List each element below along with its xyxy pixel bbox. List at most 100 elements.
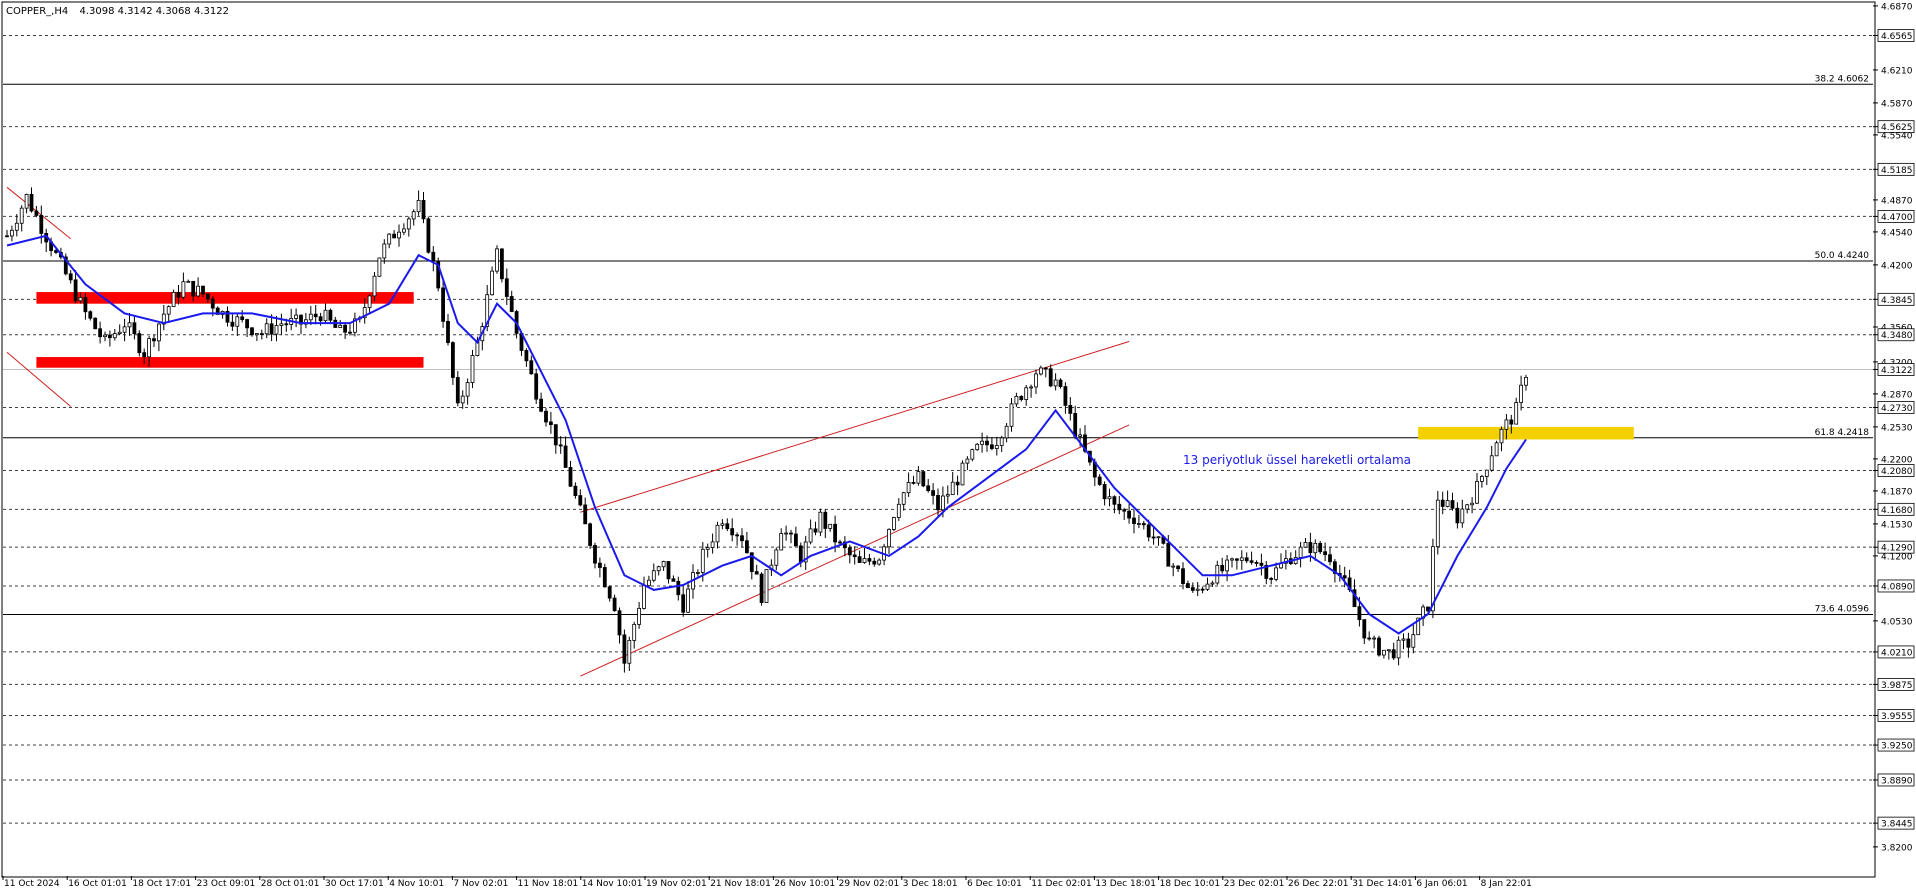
- candle-body: [490, 270, 495, 296]
- price-tick-label: 4.2530: [1881, 423, 1913, 433]
- time-tick-label: 28 Oct 01:01: [261, 879, 320, 888]
- candle-body: [88, 311, 93, 319]
- candle-body: [338, 324, 343, 328]
- zones: [36, 292, 1634, 440]
- candle-body: [441, 287, 446, 322]
- candle-body: [1362, 619, 1367, 639]
- candle-body: [279, 323, 284, 326]
- candle-body: [191, 280, 196, 297]
- candle-body: [39, 215, 44, 234]
- candle-body: [78, 297, 83, 302]
- candle-body: [1127, 510, 1131, 519]
- price-tick-label: 4.0530: [1881, 617, 1913, 627]
- candle-body: [73, 279, 78, 302]
- candle-body: [1166, 542, 1171, 567]
- candle-body: [1210, 582, 1215, 585]
- candle-body: [651, 570, 656, 581]
- candle-body: [1004, 425, 1009, 439]
- candle-body: [1024, 387, 1029, 400]
- candle-body: [392, 233, 397, 239]
- candle-body: [725, 523, 730, 530]
- candle-body: [1068, 404, 1073, 414]
- candle-body: [754, 571, 759, 575]
- candle-body: [411, 211, 416, 220]
- price-tick-label: 4.6870: [1881, 2, 1913, 12]
- candle-body: [1122, 509, 1127, 512]
- candle-body: [1318, 542, 1323, 553]
- candle-body: [588, 523, 592, 546]
- time-tick-label: 29 Nov 02:01: [839, 879, 900, 888]
- candle-body: [264, 323, 269, 335]
- price-tick-label: 4.3845: [1881, 296, 1913, 306]
- candle-body: [1058, 379, 1063, 387]
- candle-body: [147, 338, 152, 358]
- candle-body: [504, 278, 509, 297]
- price-tick-label: 3.8890: [1881, 776, 1913, 786]
- candle-body: [24, 194, 29, 209]
- chart-window[interactable]: 38.2 4.6062 50.0 4.4240 61.8 4.2418 73.6 4.…: [0, 0, 1916, 888]
- candle-body: [240, 316, 245, 320]
- candle-body: [696, 572, 700, 574]
- candle-body: [367, 295, 372, 308]
- candle-body: [401, 228, 406, 233]
- time-tick-label: 21 Nov 18:01: [710, 879, 771, 888]
- candle-body: [710, 541, 715, 548]
- candle-body: [813, 528, 818, 533]
- candle-body: [965, 458, 970, 464]
- candle-body: [450, 342, 455, 378]
- candle-body: [406, 218, 411, 230]
- price-tick-label: 4.2870: [1881, 390, 1913, 400]
- candle-body: [867, 558, 872, 562]
- price-tick-label: 3.8200: [1881, 843, 1913, 853]
- candle-body: [235, 316, 240, 327]
- price-chart[interactable]: 38.2 4.6062 50.0 4.4240 61.8 4.2418 73.6 4.…: [0, 0, 1916, 888]
- candle-body: [1509, 419, 1514, 425]
- candle-body: [666, 561, 671, 580]
- candle-body: [201, 285, 205, 295]
- candle-body: [720, 523, 725, 526]
- candle-body: [955, 481, 960, 486]
- candle-body: [5, 235, 9, 238]
- price-tick-label: 4.5185: [1881, 166, 1913, 176]
- time-tick-label: 11 Oct 2024: [4, 879, 60, 888]
- ema-annotation-label: 13 periyotluk üssel hareketli ortalama: [1183, 453, 1411, 467]
- candle-body: [764, 569, 769, 603]
- candle-body: [1342, 575, 1347, 579]
- candle-body: [1132, 517, 1136, 525]
- candle-body: [1146, 524, 1151, 538]
- candle-body: [1484, 469, 1489, 477]
- candle-body: [14, 222, 19, 231]
- candle-body: [1259, 562, 1264, 566]
- candle-body: [563, 445, 568, 468]
- candle-body: [343, 324, 348, 333]
- price-axis[interactable]: 4.68704.65654.62104.58704.56254.55404.51…: [1873, 2, 1915, 853]
- candle-body: [245, 319, 250, 329]
- candle-body: [1230, 558, 1234, 561]
- fib-label: 50.0 4.4240: [1815, 251, 1870, 261]
- candle-body: [798, 545, 803, 563]
- candle-body: [1367, 637, 1372, 640]
- candle-body: [68, 273, 73, 281]
- candle-body: [1244, 557, 1249, 562]
- candle-body: [166, 306, 171, 315]
- time-axis[interactable]: 11 Oct 2024 16 Oct 01:01 18 Oct 17:01 23 Oc…: [2, 876, 1532, 888]
- candle-body: [896, 503, 901, 518]
- candle-body: [1386, 649, 1391, 652]
- candle-body: [387, 233, 392, 245]
- candle-body: [544, 410, 548, 423]
- time-tick-label: 11 Dec 02:01: [1031, 879, 1092, 888]
- candle-body: [1176, 565, 1180, 570]
- candle-body: [686, 588, 690, 613]
- candle-body: [465, 382, 470, 397]
- candle-body: [446, 320, 450, 344]
- candle-body: [740, 535, 744, 542]
- candle-body: [1357, 606, 1362, 621]
- candle-body: [142, 352, 147, 358]
- candle-body: [98, 328, 102, 338]
- candle-body: [980, 440, 984, 445]
- candle-body: [945, 494, 950, 497]
- candle-body: [426, 218, 431, 253]
- candle-body: [54, 250, 58, 253]
- time-tick-label: 18 Oct 17:01: [132, 879, 191, 888]
- candle-body: [1171, 565, 1176, 568]
